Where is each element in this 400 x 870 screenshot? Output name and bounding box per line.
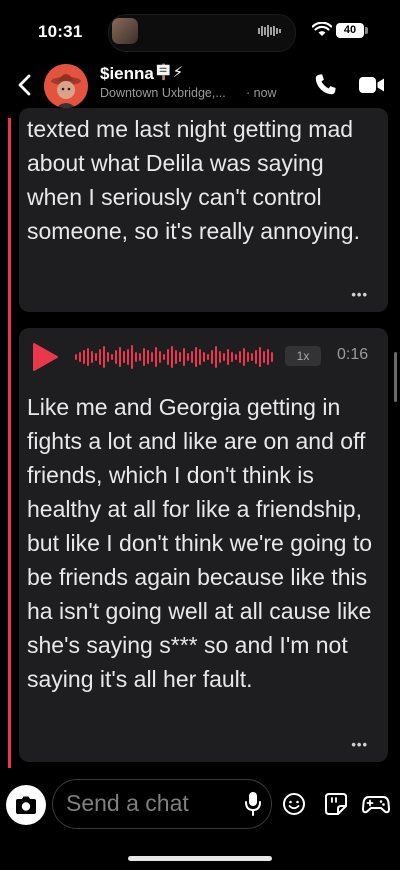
waveform-bar xyxy=(159,351,161,363)
home-indicator xyxy=(128,856,272,861)
sender-color-bar xyxy=(8,118,11,768)
waveform-bar xyxy=(255,350,257,364)
waveform-bar xyxy=(247,352,249,362)
message-text: texted me last night getting mad about w… xyxy=(27,116,360,244)
transcript-text: Like me and Georgia getting in fights a … xyxy=(27,394,373,692)
waveform-bar xyxy=(111,354,113,360)
waveform-bar xyxy=(251,353,253,361)
video-call-icon[interactable] xyxy=(358,74,386,96)
waveform-bar xyxy=(107,352,109,362)
waveform-bar xyxy=(155,347,157,367)
waveform-bar xyxy=(223,353,225,361)
battery-nub xyxy=(365,27,368,34)
waveform-bar xyxy=(87,348,89,366)
waveform-bar xyxy=(211,350,213,364)
waveform-bar xyxy=(167,349,169,365)
last-active-time: · now xyxy=(246,86,277,100)
contact-location[interactable]: Downtown Uxbridge,... xyxy=(100,86,226,100)
waveform-bar xyxy=(79,352,81,362)
waveform-bar xyxy=(263,351,265,363)
waveform-bar xyxy=(187,353,189,361)
scrollbar[interactable] xyxy=(394,352,397,402)
microphone-icon[interactable] xyxy=(244,791,262,817)
voice-waveform[interactable] xyxy=(75,343,275,371)
waveform-bar xyxy=(135,352,137,362)
waveform-bar xyxy=(115,350,117,364)
waveform-bar xyxy=(151,352,153,362)
text-message-card[interactable]: texted me last night getting mad about w… xyxy=(19,108,388,312)
waveform-bar xyxy=(191,351,193,363)
waveform-bar xyxy=(267,349,269,365)
voice-duration: 0:16 xyxy=(337,346,369,363)
waveform-bar xyxy=(131,345,133,369)
waveform-bar xyxy=(103,346,105,368)
waveform-bar xyxy=(171,346,173,368)
waveform-bar xyxy=(235,354,237,360)
more-options-icon[interactable]: ••• xyxy=(351,287,368,302)
waveform-bar xyxy=(123,351,125,363)
contact-name[interactable]: $ienna xyxy=(100,64,154,84)
camera-icon xyxy=(16,796,36,814)
avatar[interactable] xyxy=(44,64,88,108)
waveform-bar xyxy=(75,354,77,360)
more-options-icon[interactable]: ••• xyxy=(351,737,368,752)
waveform-bar xyxy=(219,351,221,363)
game-controller-icon[interactable] xyxy=(362,792,390,816)
phone-call-icon[interactable] xyxy=(312,72,338,98)
waveform-bar xyxy=(163,354,165,360)
waveform-bar xyxy=(239,351,241,363)
waveform-bar xyxy=(195,347,197,367)
waveform-bar xyxy=(127,349,129,365)
audio-waveform-icon xyxy=(258,25,281,37)
wifi-icon xyxy=(312,22,332,36)
waveform-bar xyxy=(271,352,273,362)
waveform-bar xyxy=(147,350,149,364)
bitmoji-icon xyxy=(44,64,88,108)
emoji-icon[interactable] xyxy=(282,792,306,816)
waveform-bar xyxy=(91,351,93,363)
name-emoji: 🪧⚡ xyxy=(154,64,184,81)
waveform-bar xyxy=(95,353,97,361)
waveform-bar xyxy=(83,350,85,364)
waveform-bar xyxy=(243,348,245,366)
sticker-icon[interactable] xyxy=(324,792,348,816)
chat-input-placeholder[interactable]: Send a chat xyxy=(66,790,189,817)
waveform-bar xyxy=(139,353,141,361)
voice-message-card[interactable]: 1x 0:16 Like me and Georgia getting in f… xyxy=(19,328,388,762)
waveform-bar xyxy=(175,350,177,364)
playback-speed-button[interactable]: 1x xyxy=(285,346,321,366)
waveform-bar xyxy=(207,354,209,360)
waveform-bar xyxy=(143,348,145,366)
waveform-bar xyxy=(227,349,229,365)
back-chevron-icon[interactable] xyxy=(12,68,38,102)
status-time: 10:31 xyxy=(38,22,83,41)
battery-indicator: 40 xyxy=(336,23,364,38)
waveform-bar xyxy=(203,352,205,362)
camera-button[interactable] xyxy=(6,785,46,825)
waveform-bar xyxy=(179,352,181,362)
waveform-bar xyxy=(183,348,185,366)
play-icon[interactable] xyxy=(31,342,59,372)
waveform-bar xyxy=(199,349,201,365)
waveform-bar xyxy=(231,352,233,362)
now-playing-thumbnail xyxy=(112,18,138,44)
waveform-bar xyxy=(259,347,261,367)
waveform-bar xyxy=(99,349,101,365)
waveform-bar xyxy=(119,347,121,367)
waveform-bar xyxy=(215,346,217,368)
